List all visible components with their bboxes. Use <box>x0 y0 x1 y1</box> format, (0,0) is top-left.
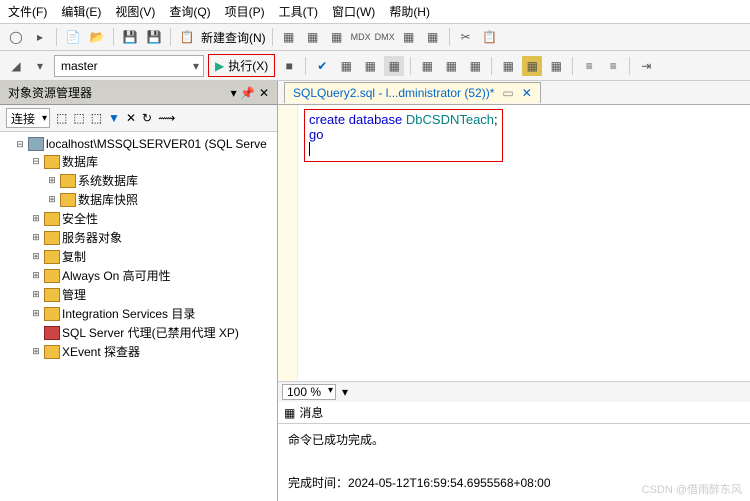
msg-icon: ▦ <box>284 406 295 420</box>
dmx-icon[interactable]: DMX <box>375 27 395 47</box>
toolbar-main: ◯ ▸ 📄 📂 💾 💾 📋 新建查询(N) ▦ ▦ ▦ MDX DMX ▦ ▦ … <box>0 23 750 51</box>
menu-edit[interactable]: 编辑(E) <box>61 3 101 20</box>
plan-icon[interactable]: ▦ <box>336 56 356 76</box>
panel-header: 对象资源管理器 ▾ 📌 ✕ <box>0 81 277 105</box>
menu-file[interactable]: 文件(F) <box>8 3 47 20</box>
database-selector-value: master <box>61 59 98 73</box>
msg-tab-label: 消息 <box>299 404 323 421</box>
more-icon[interactable]: ▦ <box>423 27 443 47</box>
open-icon[interactable]: 📂 <box>87 27 107 47</box>
pin-icon[interactable]: ▾ 📌 <box>231 86 255 100</box>
tab-pin-icon[interactable]: ▭ <box>502 86 513 100</box>
connect-dropdown[interactable]: 连接 <box>6 108 50 128</box>
database-selector[interactable]: master <box>54 55 204 77</box>
check-icon[interactable]: ✔ <box>312 56 332 76</box>
filter-icon[interactable]: ▼ <box>108 111 120 125</box>
tree-xevent[interactable]: ⊞XEvent 探查器 <box>2 342 275 361</box>
menu-project[interactable]: 项目(P) <box>225 3 265 20</box>
stop-icon[interactable]: ■ <box>279 56 299 76</box>
new-icon[interactable]: 📄 <box>63 27 83 47</box>
tab-title: SQLQuery2.sql - l...dministrator (52))* <box>293 86 494 100</box>
target-icon[interactable]: ▾ <box>30 56 50 76</box>
tree-replication[interactable]: ⊞复制 <box>2 247 275 266</box>
results-icon[interactable]: ▦ <box>384 56 404 76</box>
tree-server[interactable]: ⊟localhost\MSSQLSERVER01 (SQL Serve <box>2 136 275 152</box>
comment-icon[interactable]: ≡ <box>579 56 599 76</box>
xml-icon[interactable]: ▦ <box>399 27 419 47</box>
plan2-icon[interactable]: ▦ <box>360 56 380 76</box>
new-query-button[interactable]: 新建查询(N) <box>201 29 266 46</box>
panel-close-icon[interactable]: ✕ <box>259 86 269 100</box>
indent-icon[interactable]: ⇥ <box>636 56 656 76</box>
menu-query[interactable]: 查询(Q) <box>169 3 210 20</box>
tab-bar: SQLQuery2.sql - l...dministrator (52))* … <box>278 81 750 105</box>
msg-success: 命令已成功完成。 <box>288 430 740 452</box>
db-icon[interactable]: ▦ <box>279 27 299 47</box>
stop-icon2[interactable]: ✕ <box>126 111 136 125</box>
grid2-icon[interactable]: ▦ <box>441 56 461 76</box>
connect-icon[interactable]: ⬚ <box>56 111 67 125</box>
connect-label: 连接 <box>11 110 35 127</box>
tree-alwayson[interactable]: ⊞Always On 高可用性 <box>2 266 275 285</box>
tree-integration[interactable]: ⊞Integration Services 目录 <box>2 304 275 323</box>
tree-agent[interactable]: SQL Server 代理(已禁用代理 XP) <box>2 323 275 342</box>
play-icon: ▶ <box>215 59 224 73</box>
execute-label: 执行(X) <box>228 57 268 74</box>
forward-icon[interactable]: ▸ <box>30 27 50 47</box>
menu-view[interactable]: 视图(V) <box>115 3 155 20</box>
watermark: CSDN @借雨醉东风 <box>642 481 742 497</box>
uncomment-icon[interactable]: ≡ <box>603 56 623 76</box>
tree-management[interactable]: ⊞管理 <box>2 285 275 304</box>
text-cursor <box>309 142 310 156</box>
tree-databases[interactable]: ⊟数据库 <box>2 152 275 171</box>
editor-area: SQLQuery2.sql - l...dministrator (52))* … <box>278 81 750 501</box>
tab-sqlquery2[interactable]: SQLQuery2.sql - l...dministrator (52))* … <box>284 82 541 103</box>
file-icon[interactable]: ▦ <box>546 56 566 76</box>
copy-icon[interactable]: 📋 <box>480 27 500 47</box>
messages-tab[interactable]: ▦ 消息 <box>278 402 750 424</box>
zoom-bar: 100 % ▾ <box>278 381 750 402</box>
text-icon[interactable]: ▦ <box>498 56 518 76</box>
refresh-icon[interactable]: ⬚ <box>91 111 102 125</box>
panel-title: 对象资源管理器 <box>8 84 92 101</box>
save-icon[interactable]: 💾 <box>120 27 140 47</box>
db3-icon[interactable]: ▦ <box>327 27 347 47</box>
mdx-icon[interactable]: MDX <box>351 27 371 47</box>
corner-icon[interactable]: ◢ <box>6 56 26 76</box>
tree-server-obj[interactable]: ⊞服务器对象 <box>2 228 275 247</box>
menu-bar: 文件(F) 编辑(E) 视图(V) 查询(Q) 项目(P) 工具(T) 窗口(W… <box>0 0 750 23</box>
disconnect-icon[interactable]: ⬚ <box>73 111 84 125</box>
new-query-icon[interactable]: 📋 <box>177 27 197 47</box>
object-tree: ⊟localhost\MSSQLSERVER01 (SQL Serve ⊟数据库… <box>0 132 277 501</box>
grid-icon[interactable]: ▦ <box>417 56 437 76</box>
tree-snapshot[interactable]: ⊞数据库快照 <box>2 190 275 209</box>
status-indicator: ▾ <box>342 385 348 399</box>
grid3-icon[interactable]: ▦ <box>465 56 485 76</box>
cut-icon[interactable]: ✂ <box>456 27 476 47</box>
back-icon[interactable]: ◯ <box>6 27 26 47</box>
tree-sysdb[interactable]: ⊞系统数据库 <box>2 171 275 190</box>
toolbar-query: ◢ ▾ master ▶ 执行(X) ■ ✔ ▦ ▦ ▦ ▦ ▦ ▦ ▦ ▦ ▦… <box>0 51 750 81</box>
object-explorer-panel: 对象资源管理器 ▾ 📌 ✕ 连接 ⬚ ⬚ ⬚ ▼ ✕ ↻ ⟿ ⊟localhos… <box>0 81 278 501</box>
pulse-icon[interactable]: ⟿ <box>158 111 175 125</box>
code-editor[interactable]: create database DbCSDNTeach; go <box>278 105 750 381</box>
menu-tools[interactable]: 工具(T) <box>279 3 318 20</box>
zoom-selector[interactable]: 100 % <box>282 384 336 400</box>
connect-toolbar: 连接 ⬚ ⬚ ⬚ ▼ ✕ ↻ ⟿ <box>0 105 277 132</box>
menu-window[interactable]: 窗口(W) <box>332 3 375 20</box>
tree-security[interactable]: ⊞安全性 <box>2 209 275 228</box>
db2-icon[interactable]: ▦ <box>303 27 323 47</box>
menu-help[interactable]: 帮助(H) <box>389 3 430 20</box>
refresh2-icon[interactable]: ↻ <box>142 111 152 125</box>
execute-button[interactable]: ▶ 执行(X) <box>208 54 275 77</box>
save-all-icon[interactable]: 💾 <box>144 27 164 47</box>
tab-close-icon[interactable]: ✕ <box>522 86 532 100</box>
gutter <box>278 105 298 381</box>
grid4-icon[interactable]: ▦ <box>522 56 542 76</box>
